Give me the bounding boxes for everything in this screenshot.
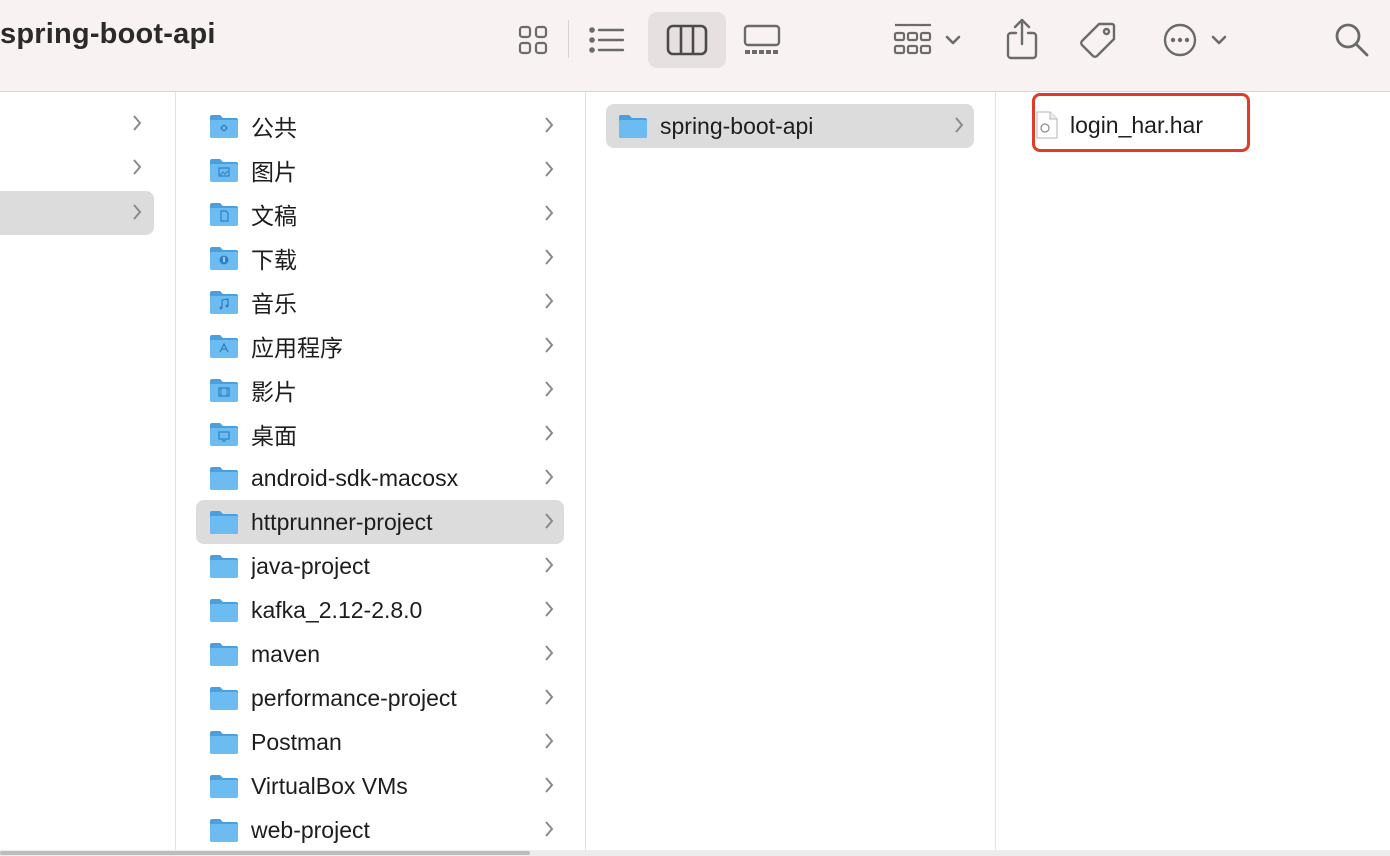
column-view-icon[interactable] (648, 12, 726, 68)
folder-label: 音乐 (251, 291, 297, 317)
desktop-folder-icon (210, 423, 238, 446)
folder-label: maven (251, 640, 321, 667)
window-title: spring-boot-api (0, 18, 216, 50)
folder-icon (210, 511, 238, 534)
chevron-right-icon (545, 249, 554, 265)
folder-label: spring-boot-api (660, 112, 814, 139)
chevron-right-icon (545, 117, 554, 133)
pictures-folder-icon (210, 159, 238, 182)
chevron-right-icon (545, 777, 554, 793)
chevron-right-icon (545, 513, 554, 529)
chevron-right-icon (545, 557, 554, 573)
toolbar: spring-boot-api (0, 0, 1390, 92)
folder-label: 下载 (251, 247, 297, 273)
folder-label: android-sdk-macosx (251, 464, 459, 491)
chevron-right-icon (545, 733, 554, 749)
folder-label: 应用程序 (251, 335, 343, 361)
chevron-right-icon (545, 161, 554, 177)
chevron-right-icon (545, 645, 554, 661)
chevron-right-icon (545, 205, 554, 221)
public-folder-icon (210, 115, 238, 138)
movies-folder-icon (210, 379, 238, 402)
list-item[interactable]: 影片 (196, 368, 564, 412)
list-item[interactable]: 桌面 (196, 412, 564, 456)
tag-icon[interactable] (1076, 18, 1120, 62)
gallery-view-icon[interactable] (738, 20, 786, 60)
folder-label: 桌面 (251, 423, 297, 449)
folder-label: VirtualBox VMs (251, 772, 408, 799)
folder-icon (619, 115, 647, 138)
list-item[interactable]: 音乐 (196, 280, 564, 324)
chevron-right-icon (133, 115, 142, 131)
share-icon[interactable] (1000, 14, 1044, 64)
downloads-folder-icon (210, 247, 238, 270)
folder-label: kafka_2.12-2.8.0 (251, 596, 423, 623)
chevron-right-icon (545, 821, 554, 837)
list-item[interactable]: 下载 (196, 236, 564, 280)
folder-label: performance-project (251, 684, 457, 711)
folder-label: 文稿 (251, 203, 297, 229)
list-view-icon[interactable] (584, 20, 630, 60)
column-3: spring-boot-api (586, 92, 996, 856)
folder-label: httprunner-project (251, 508, 433, 535)
folder-icon (210, 467, 238, 490)
chevron-right-icon (545, 381, 554, 397)
list-item[interactable]: spring-boot-api (606, 104, 974, 148)
list-item[interactable]: 公共 (196, 104, 564, 148)
list-item[interactable]: kafka_2.12-2.8.0 (196, 588, 564, 632)
column-1 (0, 92, 176, 856)
chevron-right-icon (545, 689, 554, 705)
more-actions-icon[interactable] (1158, 18, 1234, 62)
list-item[interactable]: java-project (196, 544, 564, 588)
list-item[interactable]: 应用程序 (196, 324, 564, 368)
list-item[interactable]: performance-project (196, 676, 564, 720)
column-browser: 公共图片文稿下载音乐应用程序影片桌面 android-sdk-macosx http… (0, 92, 1390, 856)
list-item[interactable]: android-sdk-macosx (196, 456, 564, 500)
list-item[interactable]: httprunner-project (196, 500, 564, 544)
folder-label: 公共 (251, 115, 297, 141)
folder-icon (210, 599, 238, 622)
folder-label: web-project (251, 816, 370, 843)
list-item[interactable]: VirtualBox VMs (196, 764, 564, 808)
chevron-right-icon (545, 601, 554, 617)
chevron-right-icon (133, 159, 142, 175)
search-icon[interactable] (1330, 18, 1374, 62)
applications-folder-icon (210, 335, 238, 358)
group-by-icon[interactable] (890, 20, 966, 60)
icon-view-grid-icon[interactable] (512, 20, 554, 60)
list-item[interactable] (0, 146, 154, 190)
folder-label: java-project (251, 552, 370, 579)
chevron-right-icon (545, 337, 554, 353)
music-folder-icon (210, 291, 238, 314)
scrollbar-thumb[interactable] (0, 851, 530, 855)
list-item[interactable] (0, 191, 154, 235)
list-item[interactable] (0, 102, 154, 146)
folder-icon (210, 555, 238, 578)
list-item[interactable]: 文稿 (196, 192, 564, 236)
folder-icon (210, 731, 238, 754)
list-item[interactable]: Postman (196, 720, 564, 764)
folder-icon (210, 819, 238, 842)
list-item[interactable]: 图片 (196, 148, 564, 192)
list-item[interactable]: maven (196, 632, 564, 676)
list-item[interactable]: web-project (196, 808, 564, 852)
chevron-right-icon (545, 425, 554, 441)
chevron-right-icon (955, 117, 964, 133)
folder-label: Postman (251, 728, 342, 755)
folder-icon (210, 643, 238, 666)
folder-icon (210, 775, 238, 798)
column-4 (996, 92, 1390, 856)
view-separator (568, 20, 569, 58)
column-2: 公共图片文稿下载音乐应用程序影片桌面 android-sdk-macosx http… (176, 92, 586, 856)
highlight-annotation (1032, 93, 1250, 152)
chevron-right-icon (545, 469, 554, 485)
folder-label: 图片 (251, 159, 297, 185)
folder-icon (210, 687, 238, 710)
chevron-right-icon (133, 204, 142, 220)
folder-label: 影片 (251, 379, 297, 405)
chevron-right-icon (545, 293, 554, 309)
documents-folder-icon (210, 203, 238, 226)
horizontal-scrollbar[interactable] (0, 850, 1390, 856)
